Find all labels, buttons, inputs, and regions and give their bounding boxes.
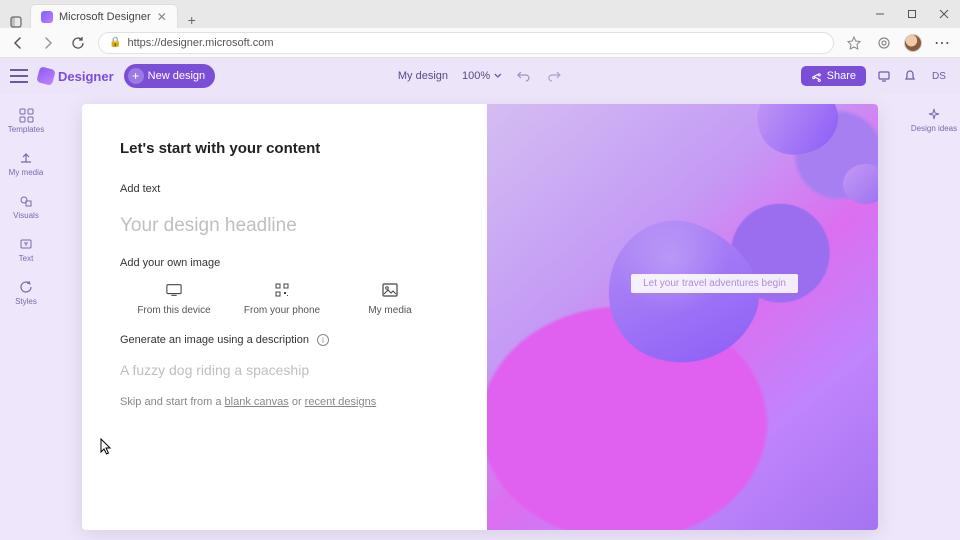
add-image-label: Add your own image [120, 257, 449, 269]
blank-canvas-link[interactable]: blank canvas [225, 396, 289, 408]
notifications-icon[interactable] [902, 68, 918, 84]
tab-well: Microsoft Designer ✕ + [0, 0, 204, 28]
app-name: Designer [58, 69, 114, 84]
rail-templates[interactable]: Templates [0, 104, 52, 137]
monitor-icon [166, 283, 182, 297]
zoom-value: 100% [462, 70, 490, 82]
user-initials[interactable]: DS [928, 71, 950, 82]
menu-icon[interactable] [10, 69, 28, 83]
preview-text-badge: Let your travel adventures begin [631, 274, 798, 293]
generate-label: Generate an image using a description [120, 334, 309, 346]
extensions-icon[interactable] [874, 33, 894, 53]
recent-designs-link[interactable]: recent designs [305, 396, 377, 408]
logo-icon [36, 66, 56, 86]
left-rail: Templates My media Visuals Text Styles [0, 94, 52, 540]
right-rail: Design ideas [908, 94, 960, 540]
rail-label: Visuals [13, 211, 39, 220]
visuals-icon [18, 193, 34, 209]
window-controls [864, 0, 960, 28]
chevron-down-icon [494, 72, 502, 80]
option-label: From your phone [244, 305, 320, 316]
present-icon[interactable] [876, 68, 892, 84]
option-label: From this device [137, 305, 210, 316]
refresh-button[interactable] [68, 33, 88, 53]
minimize-button[interactable] [864, 0, 896, 28]
back-button[interactable] [8, 33, 28, 53]
document-title[interactable]: My design [398, 70, 448, 82]
close-window-button[interactable] [928, 0, 960, 28]
image-icon [382, 283, 398, 297]
new-design-button[interactable]: + New design [124, 64, 215, 88]
start-modal: Let's start with your content Add text A… [82, 104, 878, 530]
rail-label: Templates [8, 125, 44, 134]
rail-text[interactable]: Text [0, 233, 52, 266]
profile-avatar[interactable] [904, 34, 922, 52]
browser-tab-designer[interactable]: Microsoft Designer ✕ [30, 4, 178, 28]
styles-icon [18, 279, 34, 295]
url-field[interactable]: 🔒 https://designer.microsoft.com [98, 32, 834, 54]
image-source-options: From this device From your phone My medi… [120, 283, 449, 316]
rail-label: My media [9, 168, 44, 177]
app-toolbar: Designer + New design My design 100% Sha… [0, 58, 960, 94]
favicon-icon [41, 11, 53, 23]
more-icon[interactable]: ⋯ [932, 33, 952, 53]
qr-icon [274, 283, 290, 297]
rail-visuals[interactable]: Visuals [0, 190, 52, 223]
rail-mymedia[interactable]: My media [0, 147, 52, 180]
app-logo[interactable]: Designer [38, 68, 114, 84]
from-device-option[interactable]: From this device [120, 283, 228, 316]
new-tab-button[interactable]: + [180, 12, 204, 28]
share-label: Share [827, 70, 856, 82]
tab-actions-icon[interactable] [4, 16, 28, 28]
maximize-button[interactable] [896, 0, 928, 28]
rail-label: Styles [15, 297, 37, 306]
headline-input[interactable] [120, 209, 449, 257]
decorative-blob [750, 104, 845, 163]
rail-styles[interactable]: Styles [0, 276, 52, 309]
share-button[interactable]: Share [801, 66, 866, 86]
option-label: My media [368, 305, 411, 316]
zoom-control[interactable]: 100% [462, 70, 502, 82]
tab-title: Microsoft Designer [59, 11, 151, 23]
share-icon [811, 71, 822, 82]
templates-icon [18, 107, 34, 123]
from-phone-option[interactable]: From your phone [228, 283, 336, 316]
generate-input[interactable] [120, 356, 449, 396]
text-icon [18, 236, 34, 252]
redo-button[interactable] [546, 68, 562, 84]
undo-button[interactable] [516, 68, 532, 84]
rail-label: Design ideas [911, 125, 957, 134]
decorative-blob [843, 164, 878, 204]
close-icon[interactable]: ✕ [157, 10, 167, 24]
add-text-label: Add text [120, 183, 449, 195]
modal-preview: Let your travel adventures begin [487, 104, 878, 530]
favorites-icon[interactable] [844, 33, 864, 53]
browser-titlebar: Microsoft Designer ✕ + [0, 0, 960, 28]
decorative-blob [589, 203, 778, 386]
upload-icon [18, 150, 34, 166]
new-design-label: New design [148, 70, 205, 82]
url-text: https://designer.microsoft.com [127, 37, 273, 49]
skip-line: Skip and start from a blank canvas or re… [120, 396, 449, 408]
lock-icon: 🔒 [109, 37, 121, 48]
app-body: Templates My media Visuals Text Styles D… [0, 94, 960, 540]
modal-form: Let's start with your content Add text A… [82, 104, 487, 530]
info-icon[interactable]: i [317, 334, 329, 346]
skip-or: or [289, 396, 305, 408]
rail-design-ideas[interactable]: Design ideas [908, 104, 960, 137]
skip-prefix: Skip and start from a [120, 396, 225, 408]
generate-label-row: Generate an image using a description i [120, 334, 449, 346]
forward-button[interactable] [38, 33, 58, 53]
modal-title: Let's start with your content [120, 140, 449, 157]
plus-icon: + [128, 68, 144, 84]
sparkle-icon [926, 107, 942, 123]
rail-label: Text [19, 254, 34, 263]
my-media-option[interactable]: My media [336, 283, 444, 316]
browser-addressbar: 🔒 https://designer.microsoft.com ⋯ [0, 28, 960, 58]
